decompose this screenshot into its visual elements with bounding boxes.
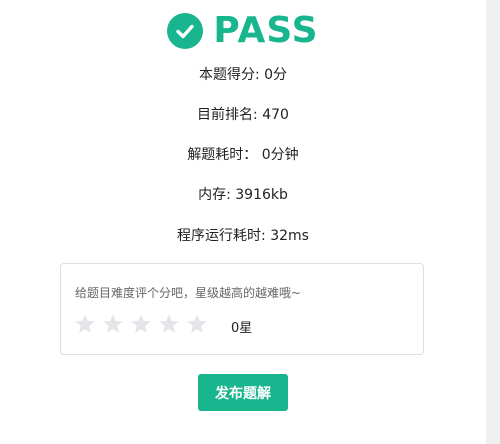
- result-page: PASS 本题得分: 0分 目前排名: 470 解题耗时： 0分钟 内存: 39…: [0, 0, 500, 444]
- stat-run-time: 程序运行耗时: 32ms: [0, 225, 486, 245]
- star-icon[interactable]: [102, 313, 124, 335]
- rating-value: 0星: [231, 321, 253, 336]
- stat-solve-time-value: 0分钟: [261, 147, 299, 163]
- check-circle-icon: [167, 12, 204, 49]
- star-icon[interactable]: [158, 313, 180, 335]
- rating-prompt: 给题目难度评个分吧，星级越高的越难哦~: [75, 286, 302, 300]
- publish-solution-button[interactable]: 发布题解: [198, 374, 288, 411]
- stat-rank: 目前排名: 470: [0, 104, 486, 124]
- result-status: PASS: [213, 10, 319, 51]
- stat-solve-time-label: 解题耗时：: [187, 147, 262, 163]
- scroll-gutter: [486, 0, 500, 444]
- stat-memory-label: 内存:: [198, 187, 236, 203]
- stat-run-time-value: 32ms: [270, 228, 309, 244]
- star-rating: [74, 313, 208, 335]
- stat-score-label: 本题得分:: [198, 67, 265, 83]
- stat-score: 本题得分: 0分: [0, 64, 486, 84]
- stat-memory: 内存: 3916kb: [0, 184, 486, 204]
- stat-memory-value: 3916kb: [235, 187, 288, 203]
- star-icon[interactable]: [186, 313, 208, 335]
- stat-solve-time: 解题耗时： 0分钟: [0, 144, 486, 164]
- stat-score-value: 0分: [264, 67, 288, 83]
- star-icon[interactable]: [74, 313, 96, 335]
- difficulty-rating-panel: 给题目难度评个分吧，星级越高的越难哦~ 0星: [60, 263, 424, 355]
- result-header: PASS: [0, 10, 486, 51]
- stat-run-time-label: 程序运行耗时:: [177, 228, 271, 244]
- stat-rank-value: 470: [262, 107, 289, 123]
- star-icon[interactable]: [130, 313, 152, 335]
- stat-rank-label: 目前排名:: [197, 107, 263, 123]
